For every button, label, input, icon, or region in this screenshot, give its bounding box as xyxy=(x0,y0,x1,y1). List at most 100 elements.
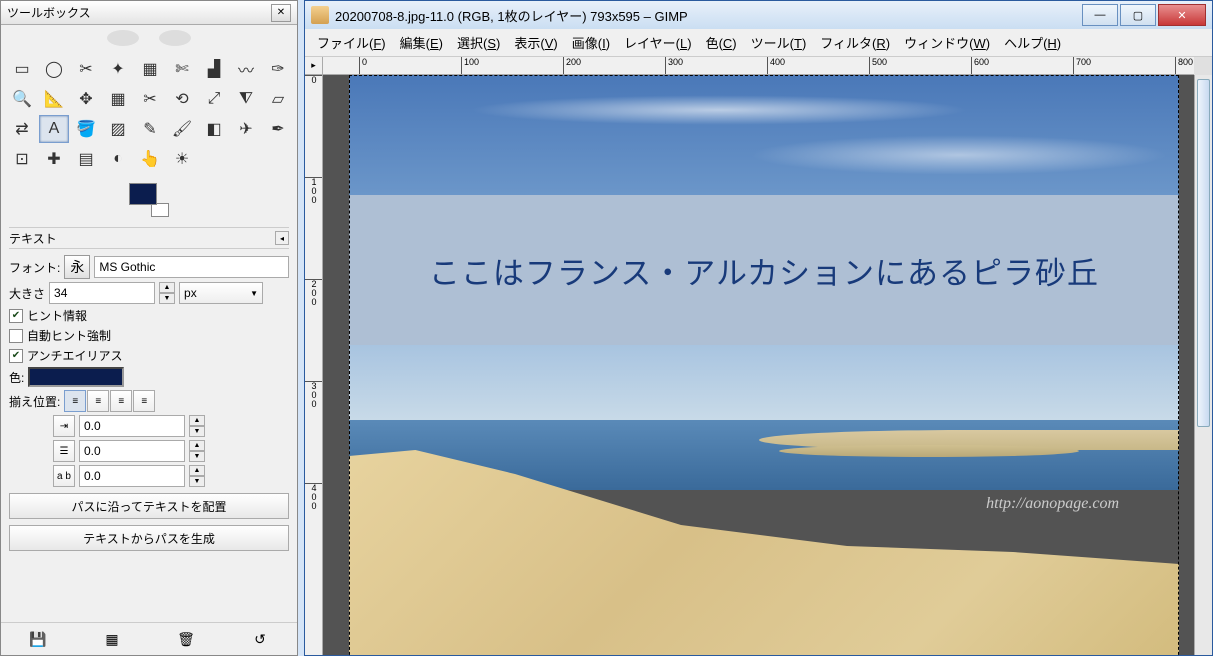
font-label: フォント: xyxy=(9,259,60,276)
toolbox-window: ツールボックス ✕ ▭◯✂✦▦✄▟〰✑🔍📐✥▦✂⟲⤢⧨▱⇄A🪣▨✎🖌◧✈✒⊡✚▤… xyxy=(0,0,298,656)
tool-paths[interactable]: 〰 xyxy=(231,55,261,83)
line-spacing-input[interactable] xyxy=(79,440,185,462)
hruler-tick: 0 xyxy=(359,57,367,75)
tool-crop[interactable]: ✂ xyxy=(135,85,165,113)
tool-measure[interactable]: 📐 xyxy=(39,85,69,113)
tool-color-picker[interactable]: ✑ xyxy=(263,55,293,83)
vruler-tick: 100 xyxy=(305,177,323,205)
justify-label: 揃え位置: xyxy=(9,393,60,410)
tool-blur[interactable]: ◐ xyxy=(103,145,133,173)
window-titlebar[interactable]: 20200708-8.jpg-11.0 (RGB, 1枚のレイヤー) 793x5… xyxy=(305,1,1212,29)
tool-fuzzy-select[interactable]: ✦ xyxy=(103,55,133,83)
canvas-area: ▸ 0100200300400500600700800 010020030040… xyxy=(305,57,1212,655)
tool-text[interactable]: A xyxy=(39,115,69,143)
restore-options-icon[interactable]: ▦ xyxy=(102,629,122,649)
font-name-input[interactable] xyxy=(94,256,289,278)
menu-r[interactable]: フィルタ(R) xyxy=(814,30,896,55)
vertical-scrollbar[interactable] xyxy=(1194,75,1212,655)
tool-perspective-clone[interactable]: ▤ xyxy=(71,145,101,173)
menu-s[interactable]: 選択(S) xyxy=(451,30,506,55)
tool-dodge[interactable]: ☀ xyxy=(167,145,197,173)
text-along-path-button[interactable]: パスに沿ってテキストを配置 xyxy=(9,493,289,519)
tool-airbrush[interactable]: ✈ xyxy=(231,115,261,143)
canvas[interactable]: ここはフランス・アルカションにあるピラ砂丘 http://aonopage.co… xyxy=(323,75,1194,655)
options-menu-icon[interactable]: ◂ xyxy=(275,231,289,245)
font-picker-button[interactable]: 永 xyxy=(64,255,90,279)
sandbar2 xyxy=(779,445,1079,457)
vruler-tick: 0 xyxy=(305,75,323,85)
tool-pencil[interactable]: ✎ xyxy=(135,115,165,143)
background-color[interactable] xyxy=(151,203,169,217)
wilber-logo xyxy=(1,25,297,51)
menu-l[interactable]: レイヤー(L) xyxy=(618,30,698,55)
justify-center-button[interactable]: ≡ xyxy=(110,390,132,412)
delete-options-icon[interactable]: 🗑 xyxy=(176,629,196,649)
antialias-checkbox[interactable]: ✔アンチエイリアス xyxy=(9,347,289,364)
reset-options-icon[interactable]: ↺ xyxy=(250,629,270,649)
tool-zoom[interactable]: 🔍 xyxy=(7,85,37,113)
menu-h[interactable]: ヘルプ(H) xyxy=(998,30,1067,55)
close-button[interactable]: ✕ xyxy=(1158,4,1206,26)
save-options-icon[interactable]: 💾 xyxy=(28,629,48,649)
color-swatches[interactable] xyxy=(1,177,297,223)
vertical-ruler[interactable]: 0100200300400 xyxy=(305,75,323,655)
tool-foreground-select[interactable]: ▟ xyxy=(199,55,229,83)
menu-e[interactable]: 編集(E) xyxy=(394,30,449,55)
tool-rotate[interactable]: ⟲ xyxy=(167,85,197,113)
indent-input[interactable] xyxy=(79,415,185,437)
menu-bar: ファイル(F)編集(E)選択(S)表示(V)画像(I)レイヤー(L)色(C)ツー… xyxy=(305,29,1212,57)
tool-blend[interactable]: ▨ xyxy=(103,115,133,143)
justify-right-button[interactable]: ≡ xyxy=(87,390,109,412)
line-spacing-icon: ☰ xyxy=(53,440,75,462)
scrollbar-thumb[interactable] xyxy=(1197,79,1210,427)
tool-eraser[interactable]: ◧ xyxy=(199,115,229,143)
menu-f[interactable]: ファイル(F) xyxy=(311,30,392,55)
tool-heal[interactable]: ✚ xyxy=(39,145,69,173)
autohint-checkbox[interactable]: 自動ヒント強制 xyxy=(9,327,289,344)
menu-t[interactable]: ツール(T) xyxy=(745,30,813,55)
tool-flip[interactable]: ⇄ xyxy=(7,115,37,143)
justify-left-button[interactable]: ≡ xyxy=(64,390,86,412)
tool-ellipse-select[interactable]: ◯ xyxy=(39,55,69,83)
maximize-button[interactable]: ▢ xyxy=(1120,4,1156,26)
justify-fill-button[interactable]: ≡ xyxy=(133,390,155,412)
size-unit-dropdown[interactable]: px▼ xyxy=(179,282,263,304)
menu-w[interactable]: ウィンドウ(W) xyxy=(898,30,996,55)
menu-i[interactable]: 画像(I) xyxy=(566,30,616,55)
menu-c[interactable]: 色(C) xyxy=(700,30,743,55)
hinting-checkbox[interactable]: ✔ヒント情報 xyxy=(9,307,289,324)
tool-shear[interactable]: ⧨ xyxy=(231,85,261,113)
foreground-color[interactable] xyxy=(129,183,157,205)
tool-scale[interactable]: ⤢ xyxy=(199,85,229,113)
image-caption-text[interactable]: ここはフランス・アルカションにあるピラ砂丘 xyxy=(429,248,1099,293)
tool-ink[interactable]: ✒ xyxy=(263,115,293,143)
watermark-text: http://aonopage.com xyxy=(986,495,1119,513)
hruler-tick: 300 xyxy=(665,57,683,75)
tool-perspective[interactable]: ▱ xyxy=(263,85,293,113)
tool-free-select[interactable]: ✂ xyxy=(71,55,101,83)
menu-v[interactable]: 表示(V) xyxy=(508,30,563,55)
horizontal-ruler[interactable]: 0100200300400500600700800 xyxy=(323,57,1194,75)
tool-smudge[interactable]: 👆 xyxy=(135,145,165,173)
size-spinner[interactable]: ▲▼ xyxy=(159,282,175,304)
toolbox-titlebar[interactable]: ツールボックス ✕ xyxy=(1,1,297,25)
text-to-path-button[interactable]: テキストからパスを生成 xyxy=(9,525,289,551)
text-color-button[interactable] xyxy=(28,367,124,387)
tool-scissors[interactable]: ✄ xyxy=(167,55,197,83)
tool-move[interactable]: ✥ xyxy=(71,85,101,113)
tool-align[interactable]: ▦ xyxy=(103,85,133,113)
hruler-tick: 500 xyxy=(869,57,887,75)
minimize-button[interactable]: — xyxy=(1082,4,1118,26)
ruler-corner[interactable]: ▸ xyxy=(305,57,323,75)
tool-clone[interactable]: ⊡ xyxy=(7,145,37,173)
tool-by-color-select[interactable]: ▦ xyxy=(135,55,165,83)
size-label: 大きさ xyxy=(9,285,45,302)
letter-spacing-icon: a b xyxy=(53,465,75,487)
tool-rect-select[interactable]: ▭ xyxy=(7,55,37,83)
image-content[interactable]: ここはフランス・アルカションにあるピラ砂丘 http://aonopage.co… xyxy=(349,75,1179,655)
toolbox-close-button[interactable]: ✕ xyxy=(271,4,291,22)
tool-bucket-fill[interactable]: 🪣 xyxy=(71,115,101,143)
size-input[interactable] xyxy=(49,282,155,304)
tool-paintbrush[interactable]: 🖌 xyxy=(167,115,197,143)
letter-spacing-input[interactable] xyxy=(79,465,185,487)
